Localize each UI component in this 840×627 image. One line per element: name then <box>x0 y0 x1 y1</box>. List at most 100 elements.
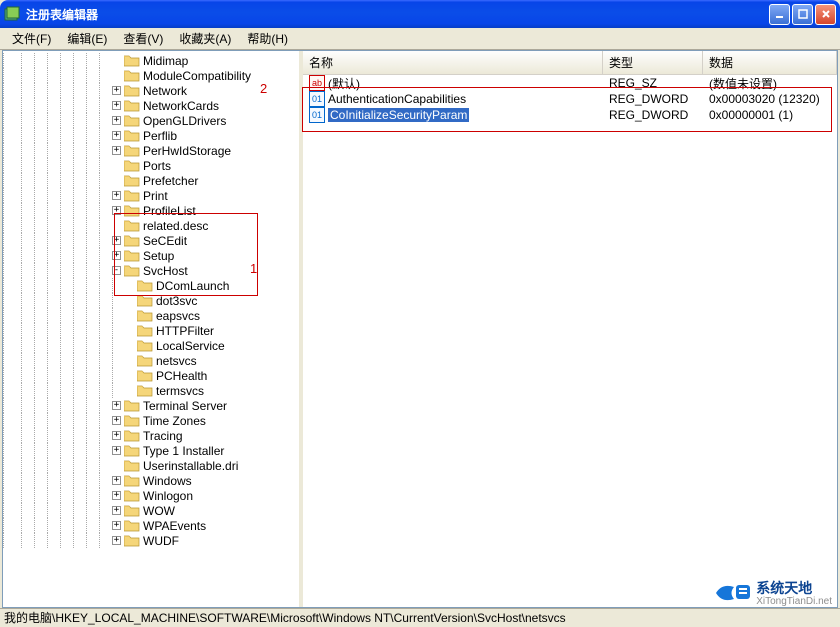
tree-label: DComLaunch <box>156 279 229 293</box>
tree-expand-icon[interactable]: + <box>112 431 121 440</box>
tree-label: dot3svc <box>156 294 197 308</box>
maximize-button[interactable] <box>792 4 813 25</box>
tree-expand-icon[interactable]: - <box>112 266 121 275</box>
tree-panel[interactable]: MidimapModuleCompatibility+Network+Netwo… <box>3 51 303 607</box>
tree-item[interactable]: dot3svc <box>3 293 299 308</box>
header-name[interactable]: 名称 <box>303 51 603 74</box>
tree-item[interactable]: +Perflib <box>3 128 299 143</box>
tree-item[interactable]: +Type 1 Installer <box>3 443 299 458</box>
tree-item[interactable]: +Windows <box>3 473 299 488</box>
tree-expand-icon[interactable]: + <box>112 206 121 215</box>
tree-label: PCHealth <box>156 369 207 383</box>
tree-item[interactable]: + WPAEvents <box>3 518 299 533</box>
tree-item[interactable]: +OpenGLDrivers <box>3 113 299 128</box>
tree-expand-icon[interactable]: + <box>112 86 121 95</box>
tree-label: LocalService <box>156 339 225 353</box>
watermark: 系统天地 XiTongTianDi.net <box>714 578 832 607</box>
folder-icon <box>137 369 153 382</box>
annotation-number-2: 2 <box>260 81 267 96</box>
tree-item[interactable]: + Time Zones <box>3 413 299 428</box>
header-data[interactable]: 数据 <box>703 51 837 74</box>
list-row[interactable]: ab(默认)REG_SZ(数值未设置) <box>303 75 837 91</box>
folder-icon <box>124 129 140 142</box>
tree-expand-icon[interactable]: + <box>112 146 121 155</box>
tree-label: NetworkCards <box>143 99 219 113</box>
folder-icon <box>124 519 140 532</box>
tree-label: Tracing <box>143 429 183 443</box>
tree-item[interactable]: Prefetcher <box>3 173 299 188</box>
menu-help[interactable]: 帮助(H) <box>239 28 296 49</box>
list-panel: 名称 类型 数据 ab(默认)REG_SZ(数值未设置)01Authentica… <box>303 51 837 607</box>
tree-expand-icon[interactable]: + <box>112 131 121 140</box>
tree-expand-icon[interactable]: + <box>112 191 121 200</box>
tree-expand-icon[interactable]: + <box>112 446 121 455</box>
tree-label: Time Zones <box>143 414 206 428</box>
tree-expand-icon[interactable]: + <box>112 116 121 125</box>
tree-item[interactable]: termsvcs <box>3 383 299 398</box>
tree-expand-icon[interactable]: + <box>112 521 121 530</box>
tree-item[interactable]: +PerHwIdStorage <box>3 143 299 158</box>
titlebar[interactable]: 注册表编辑器 <box>0 0 840 28</box>
tree-item[interactable]: +SeCEdit <box>3 233 299 248</box>
tree-label: WPAEvents <box>143 519 206 533</box>
folder-icon <box>124 159 140 172</box>
folder-icon <box>124 534 140 547</box>
tree-item[interactable]: eapsvcs <box>3 308 299 323</box>
minimize-button[interactable] <box>769 4 790 25</box>
tree-item[interactable]: PCHealth <box>3 368 299 383</box>
tree-item[interactable]: +ProfileList <box>3 203 299 218</box>
tree-item[interactable]: +Terminal Server <box>3 398 299 413</box>
folder-icon <box>124 189 140 202</box>
tree-item[interactable]: +Winlogon <box>3 488 299 503</box>
tree-item[interactable]: + WUDF <box>3 533 299 548</box>
header-type[interactable]: 类型 <box>603 51 703 74</box>
folder-icon <box>137 279 153 292</box>
list-row[interactable]: 01CoInitializeSecurityParamREG_DWORD0x00… <box>303 107 837 123</box>
tree-expand-icon[interactable]: + <box>112 491 121 500</box>
tree-expand-icon[interactable]: + <box>112 236 121 245</box>
tree-label: Print <box>143 189 168 203</box>
menu-file[interactable]: 文件(F) <box>4 28 59 49</box>
tree-item[interactable]: + NetworkCards <box>3 98 299 113</box>
menu-favorites[interactable]: 收藏夹(A) <box>171 28 239 49</box>
tree-item[interactable]: netsvcs <box>3 353 299 368</box>
tree-expand-icon[interactable]: + <box>112 476 121 485</box>
folder-icon <box>124 174 140 187</box>
folder-icon <box>124 264 140 277</box>
value-data: (数值未设置) <box>703 75 837 92</box>
value-type: REG_SZ <box>603 76 703 90</box>
tree-item[interactable]: HTTPFilter <box>3 323 299 338</box>
tree-label: Userinstallable.dri <box>143 459 238 473</box>
tree-item[interactable]: DComLaunch <box>3 278 299 293</box>
tree-item[interactable]: Midimap <box>3 53 299 68</box>
tree-item[interactable]: LocalService <box>3 338 299 353</box>
tree-item[interactable]: related.desc <box>3 218 299 233</box>
tree-item[interactable]: +Network <box>3 83 299 98</box>
tree-item[interactable]: Userinstallable.dri <box>3 458 299 473</box>
list-header: 名称 类型 数据 <box>303 51 837 75</box>
tree-label: eapsvcs <box>156 309 200 323</box>
value-name: (默认) <box>328 75 360 92</box>
close-button[interactable] <box>815 4 836 25</box>
folder-icon <box>124 249 140 262</box>
tree-expand-icon[interactable]: + <box>112 101 121 110</box>
tree-expand-icon[interactable]: + <box>112 251 121 260</box>
tree-expand-icon[interactable]: + <box>112 416 121 425</box>
folder-icon <box>137 294 153 307</box>
tree-item[interactable]: ModuleCompatibility <box>3 68 299 83</box>
menu-edit[interactable]: 编辑(E) <box>59 28 115 49</box>
tree-item[interactable]: + Tracing <box>3 428 299 443</box>
folder-icon <box>124 84 140 97</box>
tree-label: WUDF <box>143 534 179 548</box>
menubar: 文件(F) 编辑(E) 查看(V) 收藏夹(A) 帮助(H) <box>0 28 840 50</box>
tree-item[interactable]: +WOW <box>3 503 299 518</box>
tree-expand-icon[interactable]: + <box>112 506 121 515</box>
list-body[interactable]: ab(默认)REG_SZ(数值未设置)01AuthenticationCapab… <box>303 75 837 607</box>
tree-expand-icon[interactable]: + <box>112 401 121 410</box>
tree-expand-icon[interactable]: + <box>112 536 121 545</box>
list-row[interactable]: 01AuthenticationCapabilitiesREG_DWORD0x0… <box>303 91 837 107</box>
tree-label: Ports <box>143 159 171 173</box>
tree-item[interactable]: Ports <box>3 158 299 173</box>
tree-item[interactable]: + Print <box>3 188 299 203</box>
menu-view[interactable]: 查看(V) <box>115 28 171 49</box>
